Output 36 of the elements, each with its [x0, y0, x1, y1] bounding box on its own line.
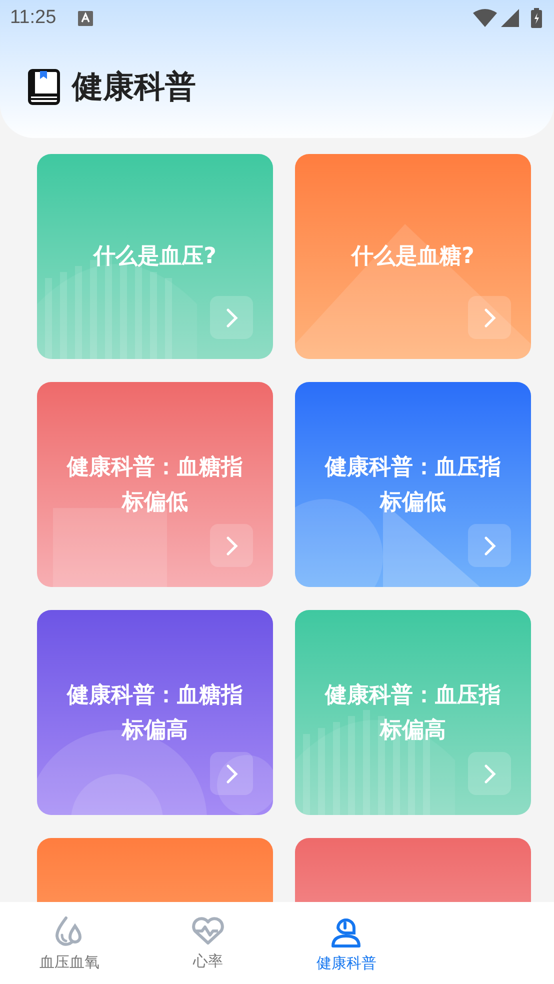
nav-tab[interactable]: 血压血氧	[0, 902, 138, 984]
chevron-icon	[226, 536, 238, 556]
card-title: 健康科普：血糖指标偏低	[66, 454, 244, 516]
water-drops-icon	[54, 914, 84, 946]
topic-card[interactable]: 健康科普：血糖指标偏高	[37, 610, 273, 815]
card-title: 健康科普：血压指标偏低	[324, 454, 502, 516]
card-title: 什么是血糖?	[350, 243, 476, 271]
card-title: 什么是血压?	[92, 243, 218, 271]
wifi-icon	[473, 9, 497, 27]
chevron-icon	[484, 536, 496, 556]
chevron-icon	[484, 308, 496, 328]
topic-card[interactable]: 什么是血压?	[37, 154, 273, 359]
arrow-button[interactable]	[468, 752, 511, 795]
chevron-icon	[226, 308, 238, 328]
topic-card[interactable]: 健康科普：血压指标偏高	[295, 610, 531, 815]
nav-tab[interactable]: 健康科普	[277, 902, 416, 984]
arrow-button[interactable]	[210, 524, 253, 567]
battery-icon	[531, 8, 542, 28]
status-time: 11:25	[10, 7, 56, 29]
topic-card[interactable]: 健康科普：血压指标偏低	[295, 382, 531, 587]
signal-icon	[501, 9, 519, 27]
topic-card[interactable]: 什么是血糖?	[295, 154, 531, 359]
book-icon	[28, 69, 60, 105]
topic-card[interactable]: 健康科普：血糖指标偏低	[37, 382, 273, 587]
page-title: 健康科普	[72, 68, 196, 107]
arrow-button[interactable]	[210, 752, 253, 795]
card-title: 健康科普：血压指标偏高	[324, 682, 502, 744]
chevron-icon	[484, 764, 496, 784]
heart-rate-icon	[190, 916, 225, 946]
arrow-button[interactable]	[210, 296, 253, 339]
nav-tab[interactable]: 心率	[138, 902, 277, 984]
keyboard-icon	[78, 10, 94, 26]
arrow-button[interactable]	[468, 524, 511, 567]
chevron-icon	[226, 764, 238, 784]
arrow-button[interactable]	[468, 296, 511, 339]
card-title: 健康科普：血糖指标偏高	[66, 682, 244, 744]
